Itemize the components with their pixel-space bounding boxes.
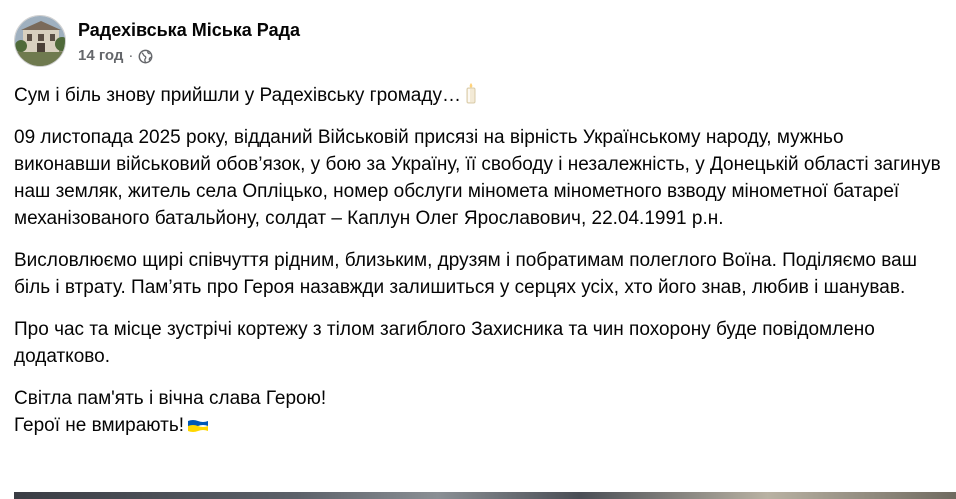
closing-line-1: Світла пам'ять і вічна слава Герою!: [14, 388, 327, 409]
candle-icon: [464, 82, 478, 104]
globe-icon[interactable]: [138, 49, 153, 64]
paragraph-details: 09 листопада 2025 року, відданий Військо…: [14, 127, 941, 229]
page-name-link[interactable]: Радехівська Міська Рада: [78, 19, 300, 41]
post-meta: Радехівська Міська Рада 14 год ·: [78, 15, 300, 65]
facebook-post: Радехівська Міська Рада 14 год · Сум і б…: [0, 0, 956, 499]
post-subline: 14 год ·: [78, 47, 300, 65]
separator-dot: ·: [128, 47, 134, 64]
post-body: Сум і біль знову прийшли у Радехівську г…: [14, 82, 944, 454]
post-header: Радехівська Міська Рада 14 год ·: [14, 15, 300, 67]
post-timestamp[interactable]: 14 год: [78, 47, 123, 65]
council-building-avatar-icon: [15, 16, 65, 66]
paragraph-closing: Світла пам'ять і вічна слава Герою! Геро…: [14, 385, 944, 439]
paragraph-condolences: Висловлюємо щирі співчуття рідним, близь…: [14, 250, 917, 298]
page-avatar[interactable]: [14, 15, 66, 67]
paragraph-intro-text: Сум і біль знову прийшли у Радехівську г…: [14, 85, 461, 106]
attached-photo-preview[interactable]: [14, 492, 956, 499]
paragraph-intro: Сум і біль знову прийшли у Радехівську г…: [14, 82, 944, 109]
paragraph-funeral-info: Про час та місце зустрічі кортежу з тіло…: [14, 319, 875, 367]
closing-line-2: Герої не вмирають!: [14, 415, 185, 436]
ukraine-flag-icon: [187, 418, 209, 434]
